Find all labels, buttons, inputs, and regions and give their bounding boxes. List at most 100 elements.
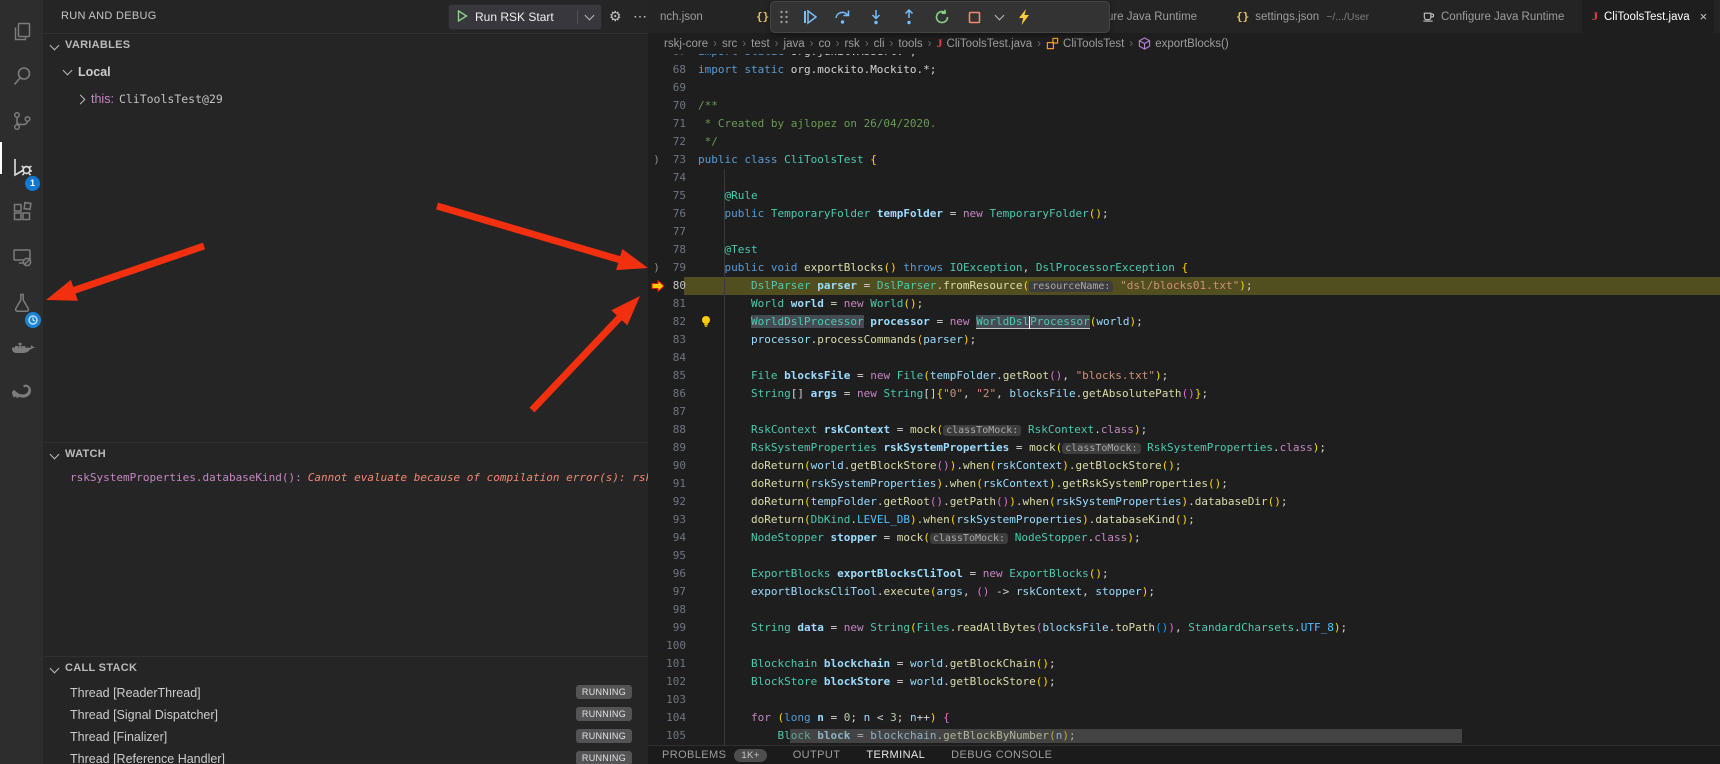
code-line-95[interactable]: 95	[648, 547, 1720, 565]
code-line-73[interactable]: )73public class CliToolsTest {	[648, 151, 1720, 169]
close-icon[interactable]: ×	[1700, 9, 1708, 24]
code-line-75[interactable]: 75 @Rule	[648, 187, 1720, 205]
source-control-icon[interactable]	[0, 99, 43, 143]
watch-expression-row[interactable]: rskSystemProperties.databaseKind(): Cann…	[43, 466, 675, 488]
line-number[interactable]: 90	[663, 457, 686, 475]
panel-tab-problems[interactable]: PROBLEMS 1K+	[662, 749, 767, 762]
explorer-icon[interactable]	[0, 10, 43, 54]
code-line-102[interactable]: 102 BlockStore blockStore = world.getBlo…	[648, 673, 1720, 691]
hot-code-replace-icon[interactable]	[1007, 4, 1040, 30]
code-line-78[interactable]: 78 @Test	[648, 241, 1720, 259]
code-line-91[interactable]: 91 doReturn(rskSystemProperties).when(rs…	[648, 475, 1720, 493]
vari-this-row[interactable]: this: CliToolsTest@29	[43, 88, 682, 110]
variables-section-header[interactable]: VARIABLES	[43, 33, 648, 56]
line-number[interactable]: 95	[663, 547, 686, 565]
line-number[interactable]: 104	[663, 709, 686, 727]
line-number[interactable]: 88	[663, 421, 686, 439]
code-line-97[interactable]: 97 exportBlocksCliTool.execute(args, () …	[648, 583, 1720, 601]
line-number[interactable]: 69	[663, 79, 686, 97]
code-line-67[interactable]: 67import static org.junit.Assert.*;	[648, 54, 1720, 61]
code-line-103[interactable]: 103	[648, 691, 1720, 709]
line-number[interactable]: 78	[663, 241, 686, 259]
code-line-86[interactable]: 86 String[] args = new String[]{"0", "2"…	[648, 385, 1720, 403]
line-number[interactable]: 72	[663, 133, 686, 151]
thread-row[interactable]: Thread [Reference Handler] RUNNING	[43, 748, 648, 764]
breadcrumb-item[interactable]: JCliToolsTest.java	[937, 36, 1033, 51]
restart-button[interactable]	[925, 4, 958, 30]
breadcrumb-item[interactable]: rsk	[844, 38, 859, 50]
panel-tab-output[interactable]: OUTPUT	[793, 749, 841, 761]
line-number[interactable]: 82	[663, 313, 686, 331]
code-line-104[interactable]: 104 for (long n = 0; n < 3; n++) {	[648, 709, 1720, 727]
breadcrumb-item[interactable]: src	[722, 38, 737, 50]
code-line-76[interactable]: 76 public TemporaryFolder tempFolder = n…	[648, 205, 1720, 223]
code-line-69[interactable]: 69	[648, 79, 1720, 97]
code-line-82[interactable]: 82 WorldDslProcessor processor = new Wor…	[648, 313, 1720, 331]
line-number[interactable]: 81	[663, 295, 686, 313]
breadcrumb-item[interactable]: java	[784, 38, 805, 50]
line-number[interactable]: 96	[663, 565, 686, 583]
extensions-icon[interactable]	[0, 190, 43, 234]
line-number[interactable]: 67	[663, 54, 686, 61]
code-line-79[interactable]: )79 public void exportBlocks() throws IO…	[648, 259, 1720, 277]
line-number[interactable]: 87	[663, 403, 686, 421]
call-stack-section-header[interactable]: CALL STACK	[43, 656, 648, 679]
line-number[interactable]: 75	[663, 187, 686, 205]
code-line-99[interactable]: 99 String data = new String(Files.readAl…	[648, 619, 1720, 637]
line-number[interactable]: 79	[663, 259, 686, 277]
gradle-icon[interactable]	[0, 370, 43, 414]
line-number[interactable]: 99	[663, 619, 686, 637]
drag-handle-icon[interactable]	[775, 4, 793, 30]
stop-dropdown-icon[interactable]	[991, 4, 1007, 30]
code-line-90[interactable]: 90 doReturn(world.getBlockStore()).when(…	[648, 457, 1720, 475]
code-line-93[interactable]: 93 doReturn(DbKind.LEVEL_DB).when(rskSys…	[648, 511, 1720, 529]
more-actions-icon[interactable]: ⋯	[633, 8, 647, 24]
line-number[interactable]: 102	[663, 673, 686, 691]
fold-mark-icon[interactable]: )	[649, 151, 664, 169]
line-number[interactable]: 92	[663, 493, 686, 511]
code-line-80[interactable]: 80 DslParser parser = DslParser.fromReso…	[648, 277, 1720, 295]
code-line-92[interactable]: 92 doReturn(tempFolder.getRoot().getPath…	[648, 493, 1720, 511]
code-line-85[interactable]: 85 File blocksFile = new File(tempFolder…	[648, 367, 1720, 385]
step-out-button[interactable]	[892, 4, 925, 30]
stop-button[interactable]	[958, 4, 991, 30]
tab-partial-next[interactable]: J	[1714, 0, 1720, 33]
line-number[interactable]: 94	[663, 529, 686, 547]
code-line-81[interactable]: 81 World world = new World();	[648, 295, 1720, 313]
tab-configure-java-runtime[interactable]: Configure Java Runtime	[1412, 0, 1583, 33]
code-line-100[interactable]: 100	[648, 637, 1720, 655]
code-line-105[interactable]: 105 Block block = blockchain.getBlockByN…	[648, 727, 1720, 745]
thread-row[interactable]: Thread [Finalizer] RUNNING	[43, 726, 648, 748]
line-number[interactable]: 77	[663, 223, 686, 241]
line-number[interactable]: 84	[663, 349, 686, 367]
line-number[interactable]: 89	[663, 439, 686, 457]
tab-settings-json[interactable]: {} settings.json ~/.../User	[1226, 0, 1413, 33]
line-number[interactable]: 101	[663, 655, 686, 673]
step-into-button[interactable]	[859, 4, 892, 30]
thread-row[interactable]: Thread [ReaderThread] RUNNING	[43, 682, 648, 704]
run-and-debug-icon[interactable]: 1	[0, 145, 43, 189]
code-line-94[interactable]: 94 NodeStopper stopper = mock(classToMoc…	[648, 529, 1720, 547]
line-number[interactable]: 98	[663, 601, 686, 619]
code-line-74[interactable]: 74	[648, 169, 1720, 187]
lightbulb-icon[interactable]	[700, 315, 712, 334]
code-line-96[interactable]: 96 ExportBlocks exportBlocksCliTool = ne…	[648, 565, 1720, 583]
watch-section-header[interactable]: WATCH	[43, 442, 648, 465]
tab-launch-json[interactable]: nch.json	[648, 0, 747, 33]
breadcrumb-item[interactable]: CliToolsTest	[1046, 37, 1124, 50]
code-line-68[interactable]: 68import static org.mockito.Mockito.*;	[648, 61, 1720, 79]
tab-clitoolstest-java[interactable]: J CliToolsTest.java ×	[1582, 0, 1715, 33]
line-number[interactable]: 86	[663, 385, 686, 403]
line-number[interactable]: 105	[663, 727, 686, 745]
code-line-70[interactable]: 70/**	[648, 97, 1720, 115]
code-line-98[interactable]: 98	[648, 601, 1720, 619]
breadcrumb-item[interactable]: test	[751, 38, 770, 50]
code-line-89[interactable]: 89 RskSystemProperties rskSystemProperti…	[648, 439, 1720, 457]
breadcrumb-item[interactable]: exportBlocks()	[1138, 37, 1229, 50]
panel-tab-terminal[interactable]: TERMINAL	[866, 749, 925, 761]
continue-button[interactable]	[793, 4, 826, 30]
fold-mark-icon[interactable]: )	[649, 259, 664, 277]
thread-row[interactable]: Thread [Signal Dispatcher] RUNNING	[43, 704, 648, 726]
line-number[interactable]: 97	[663, 583, 686, 601]
line-number[interactable]: 80	[663, 277, 686, 295]
